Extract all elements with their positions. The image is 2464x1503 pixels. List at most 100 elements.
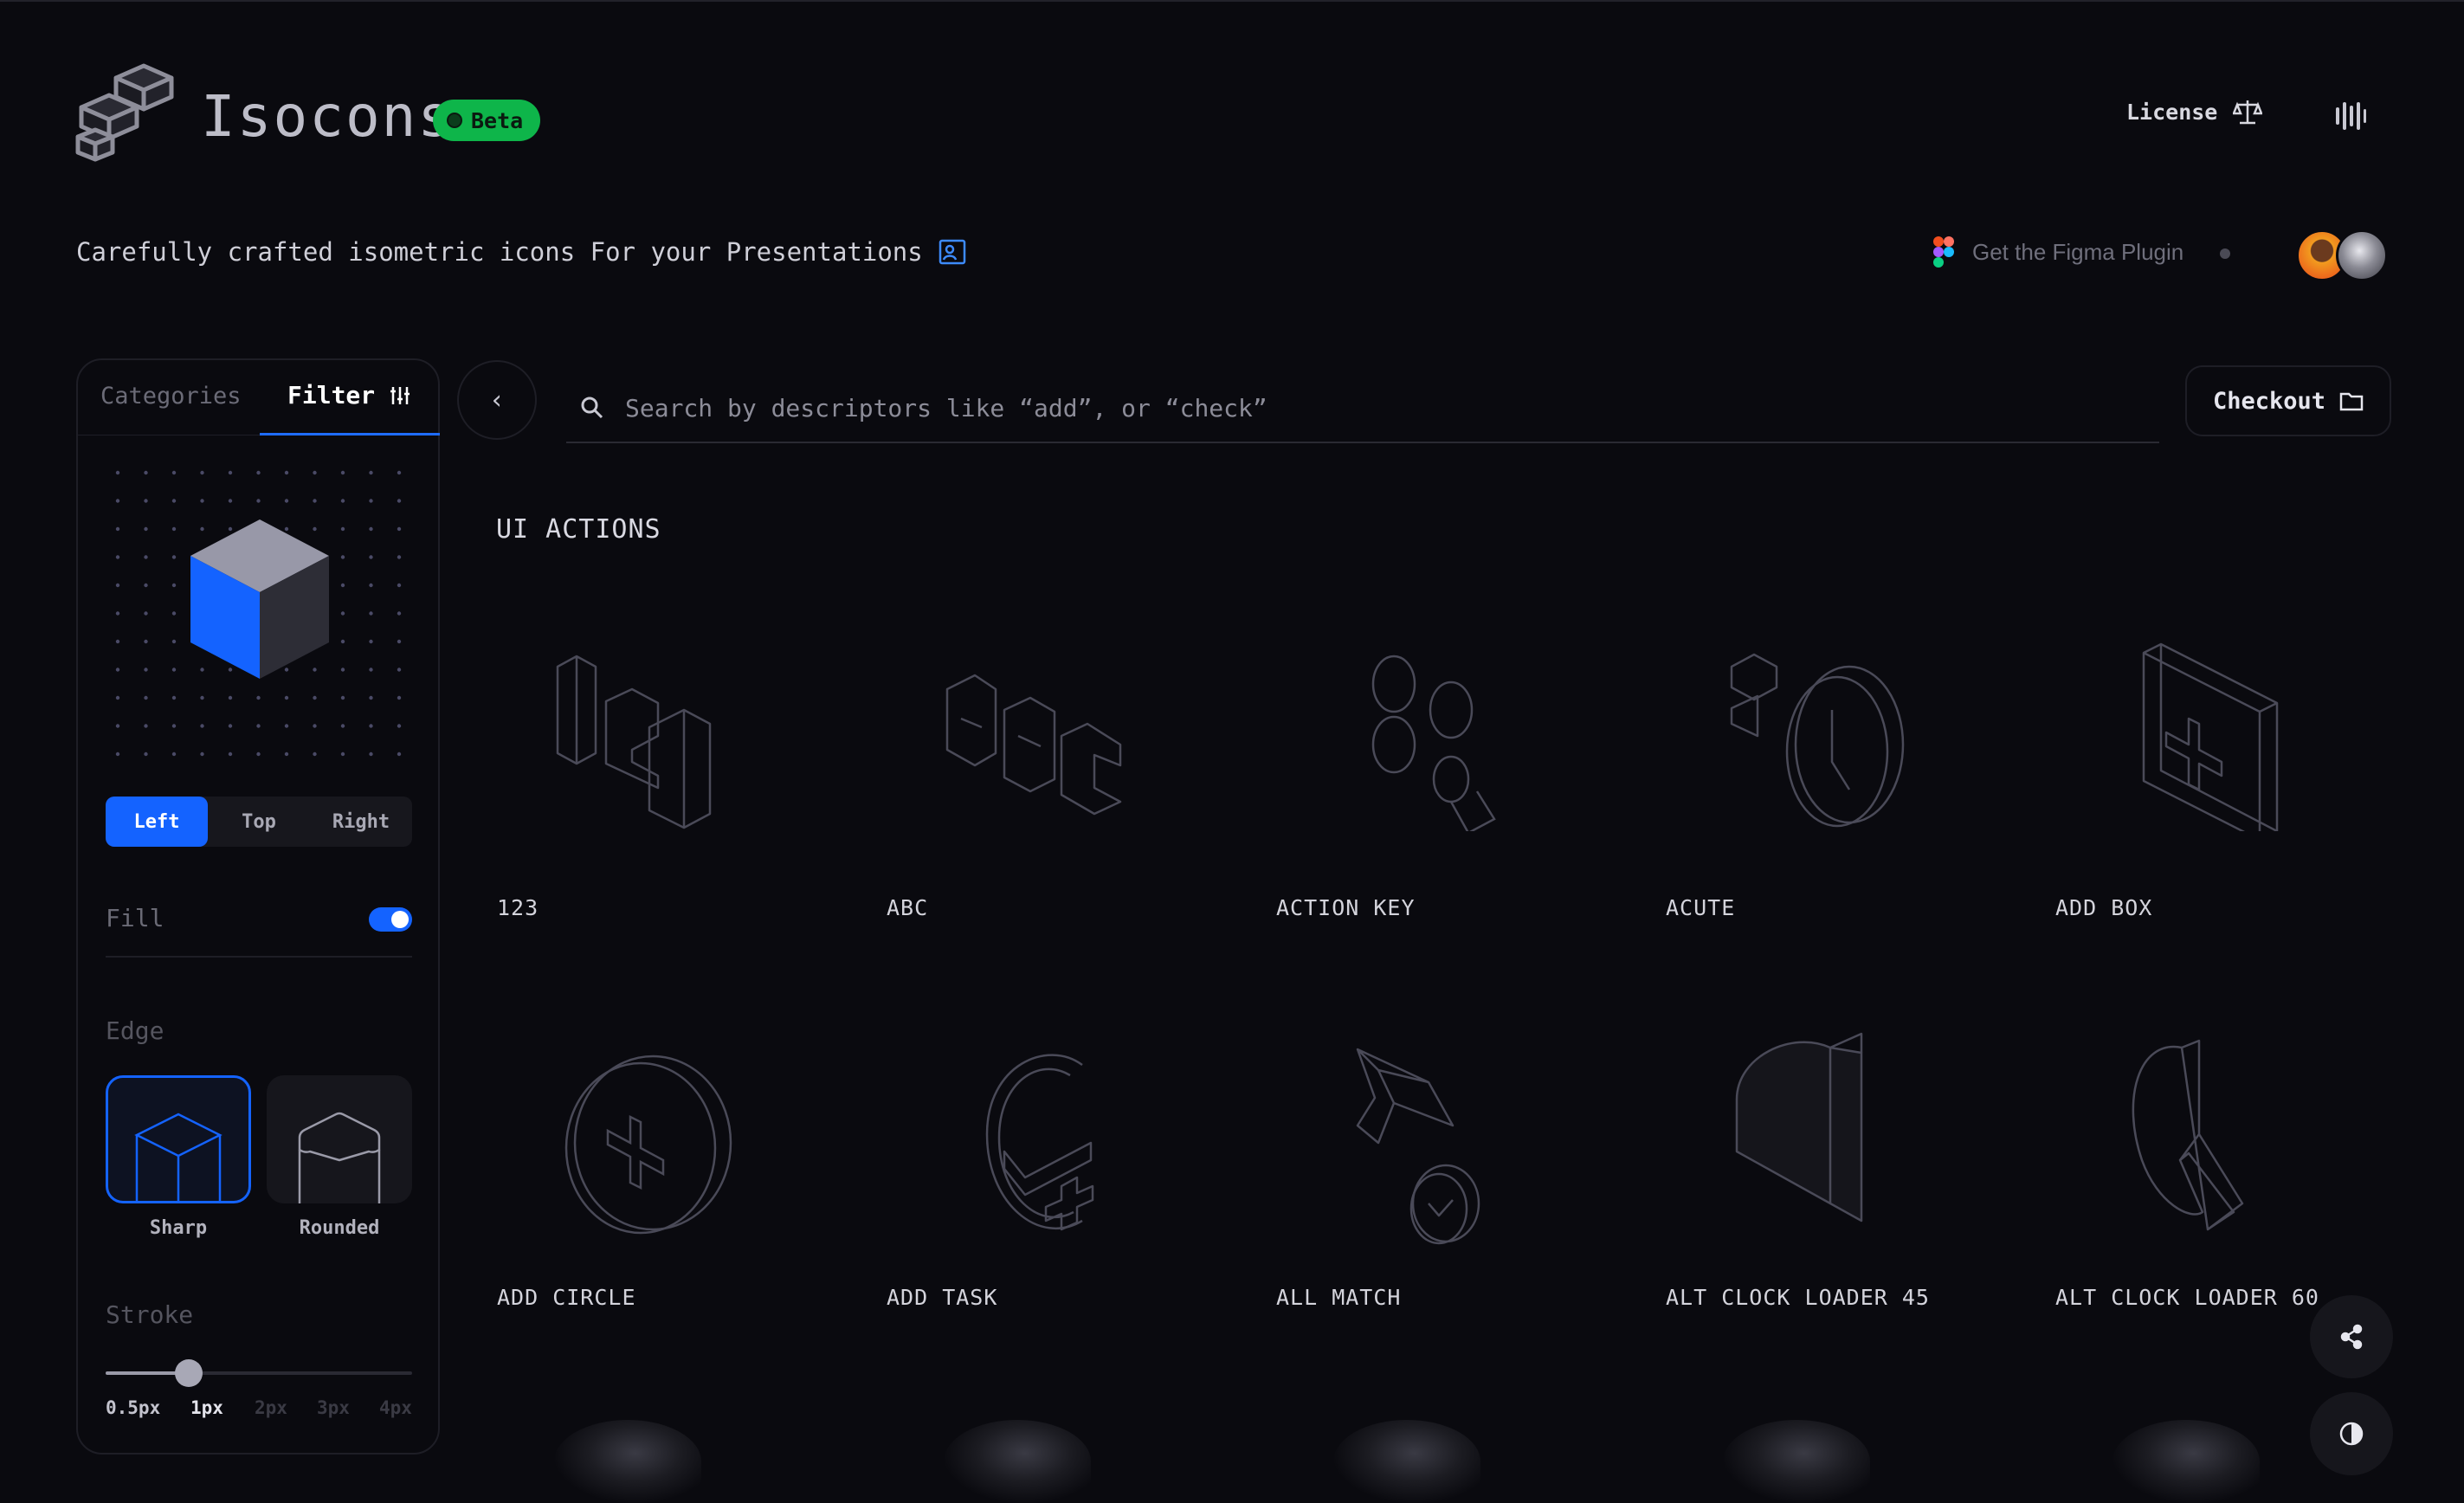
collapse-sidebar-button[interactable]: ‹ — [457, 360, 537, 440]
grid-dot — [171, 695, 177, 700]
grid-dot — [171, 555, 177, 559]
grid-dot — [313, 695, 317, 700]
grid-dot — [313, 752, 317, 757]
grid-dot — [397, 668, 402, 672]
acute-clock-icon[interactable] — [1688, 606, 1948, 831]
grid-dot — [171, 611, 177, 616]
grid-dot — [200, 470, 204, 475]
tab-filter-label: Filter — [287, 381, 376, 410]
icon-label: ALT CLOCK LOADER 60 — [2055, 1285, 2319, 1310]
add-task-icon[interactable] — [909, 1030, 1169, 1255]
grid-dot — [369, 724, 373, 728]
grid-dot — [256, 752, 261, 757]
grid-dot — [200, 499, 204, 503]
avatar[interactable] — [2336, 229, 2388, 281]
view-right-button[interactable]: Right — [310, 797, 412, 847]
grid-dot — [313, 724, 317, 728]
grid-dot — [144, 526, 148, 532]
share-button[interactable] — [2310, 1295, 2393, 1378]
loading-icon-placeholder — [2112, 1420, 2260, 1503]
grid-dot — [144, 695, 148, 700]
stroke-tick[interactable]: 0.5px — [106, 1397, 160, 1418]
checkout-label: Checkout — [2212, 387, 2326, 415]
view-top-button[interactable]: Top — [208, 797, 310, 847]
grid-dot — [171, 724, 177, 728]
action-key-icon[interactable] — [1299, 606, 1558, 831]
edge-rounded-option[interactable] — [267, 1075, 412, 1203]
separator-dot — [2220, 248, 2230, 259]
grid-dot — [228, 752, 233, 757]
grid-dot — [228, 668, 233, 672]
license-link[interactable]: License — [2126, 97, 2263, 126]
icon-label: 123 — [497, 895, 539, 920]
grid-dot — [397, 470, 402, 475]
add-circle-icon[interactable] — [519, 1030, 779, 1255]
stroke-tick[interactable]: 2px — [255, 1397, 287, 1418]
grid-dot — [369, 611, 373, 616]
grid-dot — [397, 639, 402, 644]
number-123-icon[interactable] — [519, 606, 779, 831]
stroke-tick[interactable]: 4px — [379, 1397, 412, 1418]
letters-abc-icon[interactable] — [909, 606, 1169, 831]
grid-dot — [115, 526, 120, 532]
rounded-cube-icon — [298, 1112, 381, 1203]
grid-dot — [340, 695, 345, 700]
grid-dot — [115, 668, 120, 672]
add-box-icon[interactable] — [2078, 606, 2338, 831]
grid-dot — [228, 499, 233, 503]
grid-dot — [397, 695, 402, 700]
grid-dot — [340, 470, 345, 475]
grid-dot — [200, 724, 204, 728]
grid-dot — [144, 583, 148, 588]
section-title: UI ACTIONS — [496, 514, 661, 545]
grid-dot — [144, 499, 148, 503]
stroke-tick[interactable]: 3px — [317, 1397, 350, 1418]
fill-toggle[interactable] — [369, 907, 412, 932]
grid-dot — [200, 695, 204, 700]
equalizer-icon[interactable] — [2332, 99, 2367, 133]
license-label: License — [2126, 99, 2218, 125]
search-input[interactable] — [623, 392, 2012, 423]
edge-sharp-option[interactable] — [106, 1075, 251, 1203]
grid-dot — [115, 752, 120, 757]
grid-dot — [369, 695, 373, 700]
view-left-button[interactable]: Left — [106, 797, 208, 847]
grid-dot — [144, 752, 148, 757]
view-preview — [115, 470, 402, 757]
loading-icon-placeholder — [1723, 1420, 1870, 1503]
icon-label: ACUTE — [1666, 895, 1736, 920]
grid-dot — [171, 752, 177, 757]
divider — [106, 956, 412, 958]
theme-toggle-button[interactable] — [2310, 1392, 2393, 1475]
icon-label: ALT CLOCK LOADER 45 — [1666, 1285, 1930, 1310]
figma-plugin-link[interactable]: Get the Figma Plugin — [1932, 235, 2183, 268]
tab-categories[interactable]: Categories — [100, 383, 242, 410]
grid-dot — [171, 668, 177, 672]
grid-dot — [228, 695, 233, 700]
active-tab-indicator — [260, 433, 440, 435]
grid-dot — [284, 695, 289, 700]
grid-dot — [256, 695, 261, 700]
stroke-label: Stroke — [106, 1300, 194, 1329]
stroke-slider-handle[interactable] — [175, 1359, 203, 1387]
checkout-button[interactable]: Checkout — [2185, 365, 2391, 436]
figma-plugin-label: Get the Figma Plugin — [1972, 238, 2184, 265]
stroke-tick[interactable]: 1px — [190, 1397, 223, 1418]
search-bar[interactable] — [566, 374, 2159, 443]
view-angle-selector: Left Top Right — [106, 797, 412, 847]
alt-clock-loader-45-icon[interactable] — [1688, 1030, 1948, 1255]
grid-dot — [340, 611, 345, 616]
grid-dot — [313, 470, 317, 475]
grid-dot — [115, 695, 120, 700]
grid-dot — [200, 526, 204, 532]
grid-dot — [284, 724, 289, 728]
icon-label: ABC — [887, 895, 929, 920]
icon-label: ACTION KEY — [1276, 895, 1416, 920]
alt-clock-loader-60-icon[interactable] — [2078, 1030, 2338, 1255]
grid-dot — [369, 470, 373, 475]
grid-dot — [340, 639, 345, 644]
all-match-icon[interactable] — [1299, 1030, 1558, 1255]
edge-rounded-label: Rounded — [299, 1217, 380, 1239]
grid-dot — [369, 752, 373, 757]
tab-filter[interactable]: Filter — [287, 381, 411, 410]
